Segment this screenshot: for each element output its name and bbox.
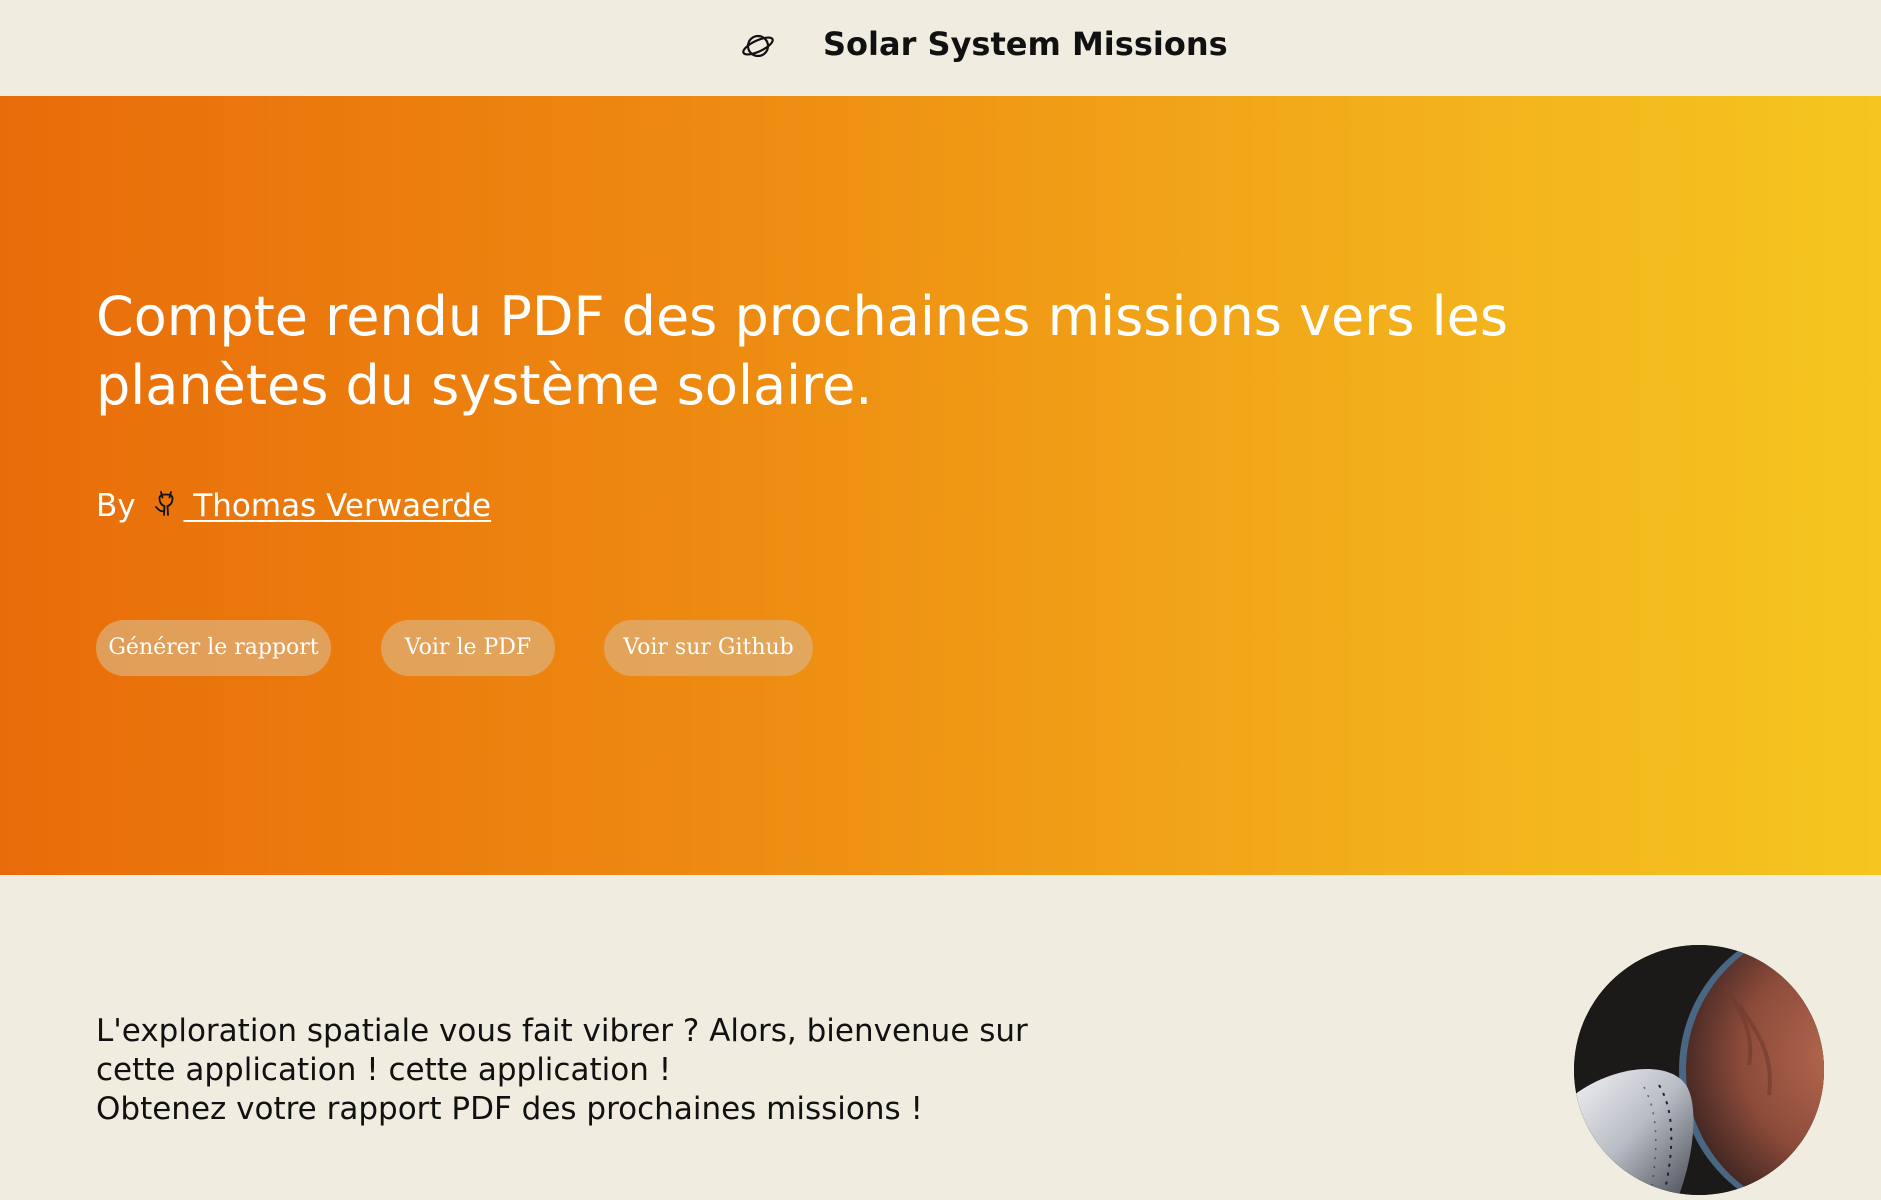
byline: By Thomas Verwaerde: [96, 486, 491, 526]
hero-title: Compte rendu PDF des prochaines missions…: [96, 285, 1509, 417]
mars-spaceship-image: [1574, 945, 1824, 1195]
intro-line: L'exploration spatiale vous fait vibrer …: [96, 1013, 1028, 1049]
view-github-button[interactable]: Voir sur Github: [604, 620, 813, 676]
intro-line: cette application ! cette application !: [96, 1052, 672, 1088]
intro-text: L'exploration spatiale vous fait vibrer …: [96, 1012, 1096, 1129]
planet-icon: [742, 34, 774, 58]
top-bar: Solar System Missions: [0, 0, 1881, 96]
hero-section: Compte rendu PDF des prochaines missions…: [0, 96, 1881, 875]
byline-prefix: By: [96, 488, 136, 524]
app-title: Solar System Missions: [823, 25, 1228, 63]
author-link[interactable]: Thomas Verwaerde: [183, 488, 491, 524]
generate-report-button[interactable]: Générer le rapport: [96, 620, 331, 676]
view-pdf-button[interactable]: Voir le PDF: [381, 620, 555, 676]
intro-line: Obtenez votre rapport PDF des prochaines…: [96, 1091, 923, 1127]
github-icon: [155, 491, 174, 516]
